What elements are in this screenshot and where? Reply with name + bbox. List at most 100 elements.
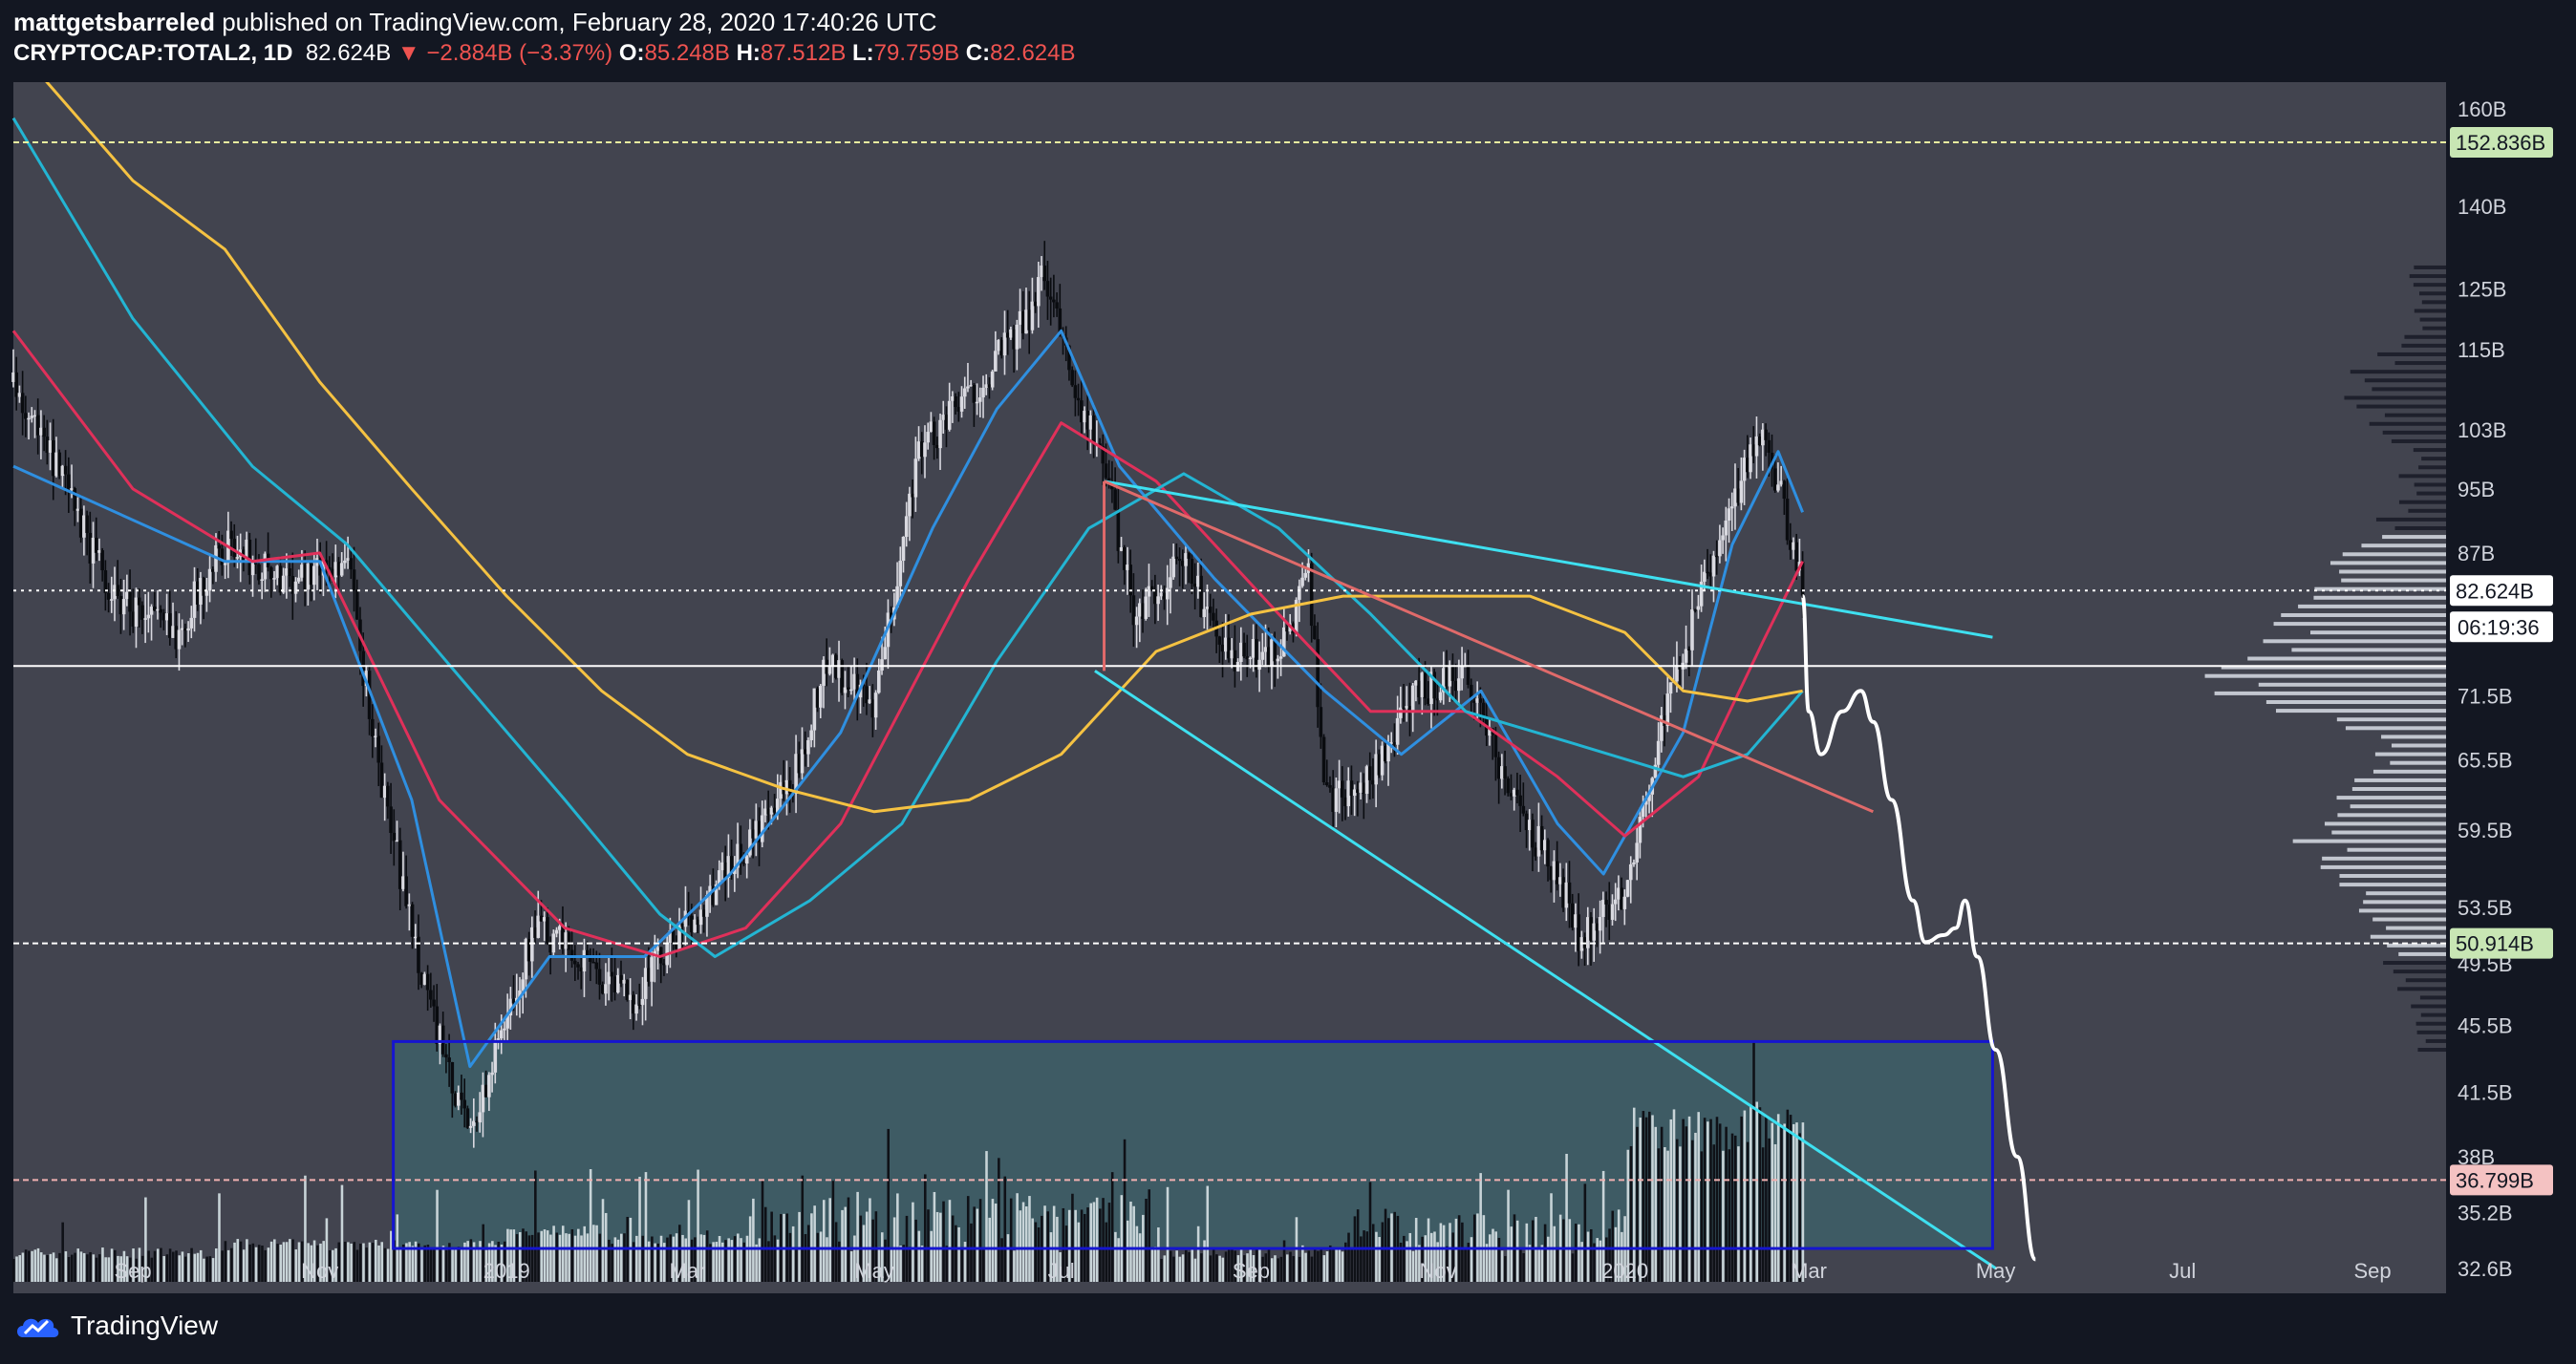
candle-body <box>1352 789 1357 797</box>
candle-body <box>1708 572 1713 577</box>
candle-body <box>637 1004 642 1007</box>
volume-profile-bar <box>2381 735 2446 739</box>
candle-body <box>926 432 930 443</box>
candle-body <box>343 560 347 564</box>
volume-bar <box>1317 1250 1320 1282</box>
volume-bar <box>451 1247 454 1282</box>
volume-profile-bar <box>2416 1030 2446 1034</box>
candle-body <box>600 984 605 994</box>
volume-profile-bar <box>2413 283 2446 288</box>
volume-profile-bar <box>2372 387 2446 392</box>
volume-bar <box>831 1181 835 1282</box>
price-chart[interactable]: Sep Nov 2019 Mar May Jul Sep Nov 2020 Mar May Jul Se… <box>0 82 2576 1295</box>
volume-bar <box>254 1247 258 1282</box>
candle-body <box>1321 736 1326 783</box>
volume-bar <box>1522 1253 1525 1282</box>
volume-bar <box>580 1235 583 1282</box>
candle-body <box>1794 542 1799 571</box>
volume-bar <box>586 1233 590 1282</box>
volume-bar <box>966 1196 970 1282</box>
symbol-label[interactable]: CRYPTOCAP:TOTAL2, 1D <box>13 40 292 66</box>
tradingview-logo[interactable]: TradingView <box>13 1311 218 1341</box>
volume-bar <box>1009 1198 1013 1282</box>
candle-body <box>450 1061 455 1094</box>
volume-bar <box>436 1189 439 1282</box>
candle-body <box>647 968 651 982</box>
candle-body <box>1027 309 1031 330</box>
volume-bar <box>1795 1122 1798 1282</box>
volume-profile-bar <box>2354 778 2446 782</box>
candle-body <box>333 562 338 578</box>
candle-body <box>1298 586 1301 600</box>
volume-bar <box>218 1193 221 1282</box>
candle-body <box>346 558 350 561</box>
volume-bar <box>476 1248 479 1282</box>
volume-bar <box>659 1235 663 1282</box>
volume-bar <box>248 1244 251 1282</box>
volume-profile-bar <box>2383 961 2446 966</box>
candle-body <box>429 990 433 1000</box>
candle-body <box>260 579 264 581</box>
volume-bar <box>193 1253 197 1282</box>
candle-body <box>336 562 341 576</box>
candle-body <box>1628 863 1633 881</box>
candle-body <box>1481 702 1486 716</box>
candle-body <box>57 452 61 477</box>
candle-body <box>447 1057 451 1062</box>
volume-bar <box>1043 1205 1046 1282</box>
candle-body <box>143 618 147 620</box>
candle-body <box>837 660 841 678</box>
candle-body <box>1607 904 1612 920</box>
candle-body <box>1147 586 1151 597</box>
candle-body <box>1364 766 1369 795</box>
volume-profile-bar <box>2369 421 2446 426</box>
candle-body <box>67 474 71 491</box>
candle-body <box>229 530 233 540</box>
candle-body <box>207 568 212 591</box>
candle-body <box>269 567 273 580</box>
volume-bar <box>819 1231 823 1282</box>
last-price: 82.624B <box>305 40 392 66</box>
candle-body <box>253 563 258 565</box>
candle-body <box>1684 649 1688 663</box>
volume-bar <box>540 1230 544 1282</box>
volume-bar <box>1114 1231 1117 1282</box>
candle-body <box>1076 397 1081 401</box>
volume-profile-bar <box>2339 569 2446 574</box>
volume-bar <box>912 1202 914 1282</box>
candle-body <box>389 806 393 833</box>
candle-body <box>1371 779 1375 785</box>
author-name[interactable]: mattgetsbarreled <box>13 8 215 36</box>
volume-bar <box>441 1246 445 1282</box>
volume-profile-bar <box>2375 517 2446 522</box>
volume-bar <box>230 1247 233 1282</box>
candle-body <box>1613 899 1618 905</box>
volume-profile-bar <box>2382 535 2446 540</box>
candle-body <box>1313 626 1317 640</box>
volume-bar <box>1080 1209 1084 1282</box>
volume-bar <box>583 1225 587 1282</box>
low-label: L: <box>852 40 874 66</box>
volume-bar <box>340 1184 344 1282</box>
volume-bar <box>251 1243 255 1282</box>
volume-profile-bar <box>2336 796 2446 800</box>
volume-bar <box>264 1249 267 1282</box>
volume-bar <box>1537 1247 1540 1282</box>
volume-bar <box>172 1251 175 1282</box>
candle-body <box>1144 596 1148 619</box>
volume-bar <box>813 1205 816 1282</box>
volume-bar <box>991 1199 995 1282</box>
candle-body <box>1536 825 1541 857</box>
volume-bar <box>429 1249 433 1282</box>
volume-bar <box>1148 1189 1151 1282</box>
candle-body <box>1042 266 1047 282</box>
candle-body <box>257 564 261 581</box>
volume-bar <box>923 1174 927 1282</box>
candle-body <box>1349 780 1354 797</box>
candle-body <box>542 917 547 922</box>
candle-body <box>1285 627 1289 632</box>
candle-body <box>1220 644 1225 652</box>
candle-body <box>1242 642 1246 657</box>
volume-profile-bar <box>2342 552 2446 557</box>
candle-body <box>990 371 995 388</box>
